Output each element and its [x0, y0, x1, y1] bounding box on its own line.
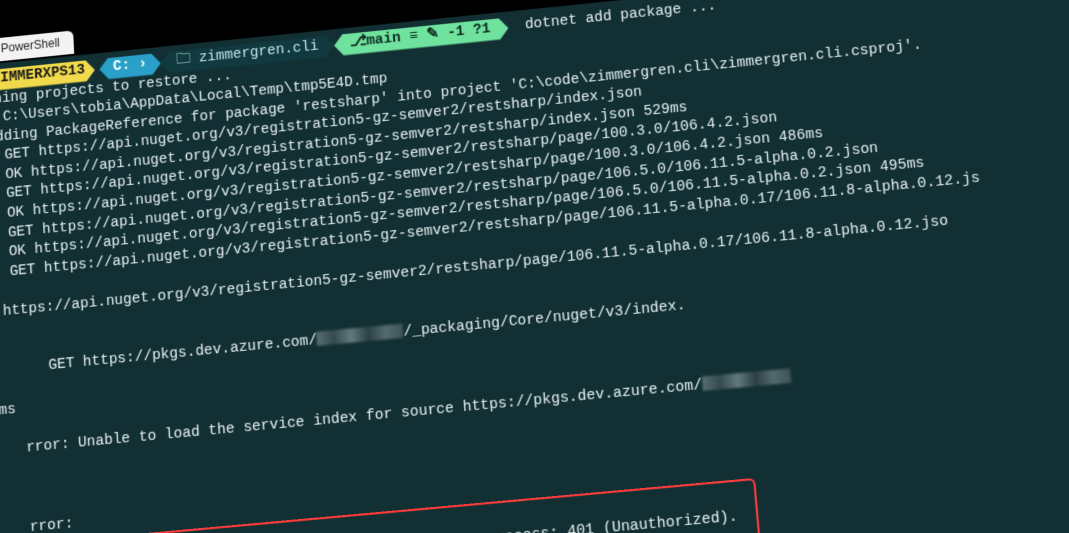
- terminal-window: Windows PowerShell obia@ZIMMERXPS13 C: ›…: [0, 0, 1069, 533]
- branch-icon: ⎇: [349, 34, 367, 51]
- output-text: GET https://pkgs.dev.azure.com/: [22, 333, 317, 377]
- folder-icon: 🗀: [176, 52, 191, 69]
- error-prefix: rror:: [29, 516, 73, 533]
- redacted-org: [701, 368, 791, 391]
- output-text: /_packaging/Core/nuget/v3/index.: [403, 298, 686, 341]
- redacted-org: [317, 324, 404, 346]
- error-message: Response status code does not indicate s…: [125, 509, 738, 533]
- terminal-body[interactable]: obia@ZIMMERXPS13 C: › 🗀 zimmergren.cli ⎇…: [0, 0, 1069, 533]
- tab-title: Windows PowerShell: [0, 36, 60, 61]
